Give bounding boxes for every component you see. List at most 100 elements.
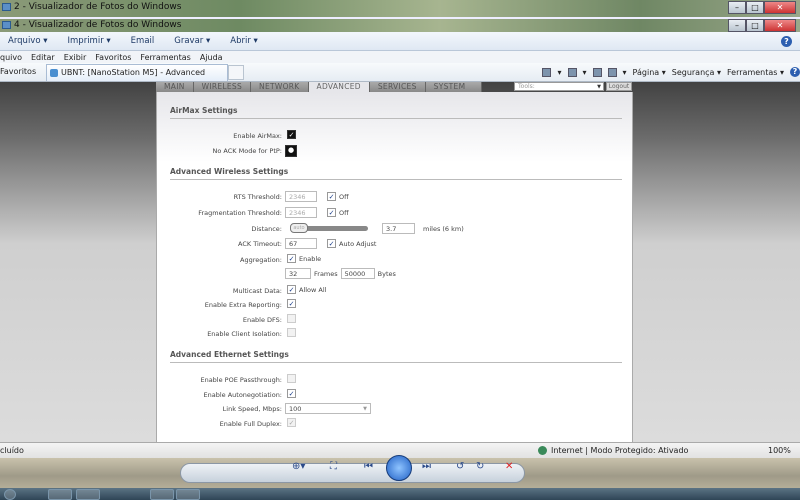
ack-auto-checkbox[interactable]: ✓ [327,239,336,248]
security-menu[interactable]: Segurança ▾ [672,68,721,77]
aggregation-row: Aggregation: ✓ Enable [157,254,634,266]
tab-system[interactable]: SYSTEM [425,82,483,92]
zoom-icon[interactable]: ⊕▾ [292,461,305,472]
wireless-heading: Advanced Wireless Settings [170,167,622,180]
taskbar-item[interactable] [176,489,200,500]
taskbar-item[interactable] [76,489,100,500]
isolation-checkbox[interactable] [287,328,296,337]
browser-tab[interactable]: UBNT: [NanoStation M5] - Advanced [46,64,228,81]
maximize-button[interactable]: □ [746,19,764,32]
menu-email[interactable]: Email [131,36,155,46]
rts-off-checkbox[interactable]: ✓ [327,192,336,201]
menu-arquivo[interactable]: Arquivo ▾ [8,36,48,46]
tab-main[interactable]: MAIN [156,82,194,92]
minimize-button[interactable]: – [728,19,746,32]
label: Link Speed, Mbps: [222,405,282,413]
rts-input[interactable]: 2346 [285,191,317,202]
maximize-button[interactable]: □ [746,1,764,14]
menu-gravar[interactable]: Gravar ▾ [174,36,210,46]
zoom-level[interactable]: 100% [768,443,791,458]
label: Frames [314,269,338,278]
label: ACK Timeout: [238,240,282,248]
ie-command-tools: ▾ ▾ ▾ Página ▾ Segurança ▾ Ferramentas ▾… [542,67,800,77]
distance-input[interactable]: 3.7 [382,223,415,234]
rotate-right-icon[interactable]: ↻ [476,461,484,472]
status-text: cluído [0,446,24,455]
feeds-icon[interactable] [567,67,577,77]
help-icon[interactable]: ? [781,36,792,47]
help-icon[interactable]: ? [790,67,800,77]
globe-icon [538,446,547,455]
frag-off-checkbox[interactable]: ✓ [327,208,336,217]
frames-input[interactable]: 32 [285,268,311,279]
menu-arquivo-ie[interactable]: quivo [0,53,22,62]
nav-tabs: MAIN WIRELESS NETWORK ADVANCED SERVICES … [156,82,483,92]
minimize-button[interactable]: – [728,1,746,14]
aggregation-checkbox[interactable]: ✓ [287,254,296,263]
new-tab-button[interactable] [228,65,244,80]
menu-editar[interactable]: Editar [31,53,55,62]
tab-services[interactable]: SERVICES [369,82,426,92]
extra-reporting-checkbox[interactable]: ✓ [287,299,296,308]
label: Enable Client Isolation: [207,330,282,338]
next-icon[interactable]: ⏭ [422,461,431,472]
label: Distance: [251,225,282,233]
menu-abrir[interactable]: Abrir ▾ [230,36,258,46]
viewer-window-2-titlebar[interactable]: 2 - Visualizador de Fotos do Windows – □ ✕ [0,0,800,17]
slideshow-button[interactable] [386,455,412,481]
ie-tab-bar: Favoritos UBNT: [NanoStation M5] - Advan… [0,63,800,82]
taskbar-item[interactable] [48,489,72,500]
label: Multicast Data: [232,287,282,295]
noack-row: No ACK Mode for PtP: ● [157,145,634,157]
dfs-checkbox[interactable] [287,314,296,323]
frag-input[interactable]: 2346 [285,207,317,218]
distance-unit: miles (6 km) [423,224,464,233]
window-title: 2 - Visualizador de Fotos do Windows [14,2,182,12]
tab-network[interactable]: NETWORK [251,82,309,92]
mail-icon[interactable] [592,67,602,77]
tab-title: UBNT: [NanoStation M5] - Advanced [61,68,206,77]
logout-button[interactable]: Logout [606,82,632,91]
delete-icon[interactable]: ✕ [505,461,513,472]
page-menu[interactable]: Página ▾ [633,68,666,77]
noack-checkbox[interactable]: ● [285,145,297,157]
taskbar-item[interactable] [150,489,174,500]
label: Auto Adjust [339,239,377,248]
label: Fragmentation Threshold: [198,209,282,217]
tools-menu[interactable]: Ferramentas ▾ [727,68,784,77]
window-controls: – □ ✕ [728,1,796,14]
menu-ajuda[interactable]: Ajuda [200,53,223,62]
menu-favoritos[interactable]: Favoritos [95,53,131,62]
rotate-left-icon[interactable]: ↺ [456,461,464,472]
menu-imprimir[interactable]: Imprimir ▾ [68,36,111,46]
menu-ferramentas[interactable]: Ferramentas [140,53,190,62]
bytes-input[interactable]: 50000 [340,268,375,279]
menu-exibir[interactable]: Exibir [64,53,87,62]
multicast-row: Multicast Data: ✓ Allow All [157,285,634,297]
home-icon[interactable] [542,67,552,77]
close-button[interactable]: ✕ [764,1,796,14]
start-button[interactable] [4,489,16,500]
previous-icon[interactable]: ⏮ [364,461,373,472]
print-icon[interactable] [607,67,617,77]
full-duplex-checkbox[interactable]: ✓ [287,418,296,427]
multicast-checkbox[interactable]: ✓ [287,285,296,294]
viewer-command-bar: Arquivo ▾ Imprimir ▾ Email Gravar ▾ Abri… [0,32,800,51]
slider-handle[interactable]: auto [290,223,308,233]
enable-airmax-checkbox[interactable]: ✓ [287,130,296,139]
poe-checkbox[interactable] [287,374,296,383]
autoneg-checkbox[interactable]: ✓ [287,389,296,398]
ack-input[interactable]: 67 [285,238,317,249]
viewer-window-4-titlebar[interactable]: 4 - Visualizador de Fotos do Windows – □ ✕ [0,19,800,32]
fit-window-icon[interactable]: ⛶ [330,461,337,472]
full-duplex-row: Enable Full Duplex: ✓ [157,418,634,430]
label: Bytes [377,269,396,278]
distance-slider[interactable]: auto [290,223,368,233]
tools-select[interactable]: Tools: ▼ [514,82,604,91]
tab-advanced[interactable]: ADVANCED [308,82,370,92]
link-speed-select[interactable]: 100 ▼ [285,403,371,414]
security-zone[interactable]: Internet | Modo Protegido: Ativado [551,443,688,458]
tab-wireless[interactable]: WIRELESS [193,82,252,92]
close-button[interactable]: ✕ [764,19,796,32]
favorites-button[interactable]: Favoritos [0,67,36,76]
